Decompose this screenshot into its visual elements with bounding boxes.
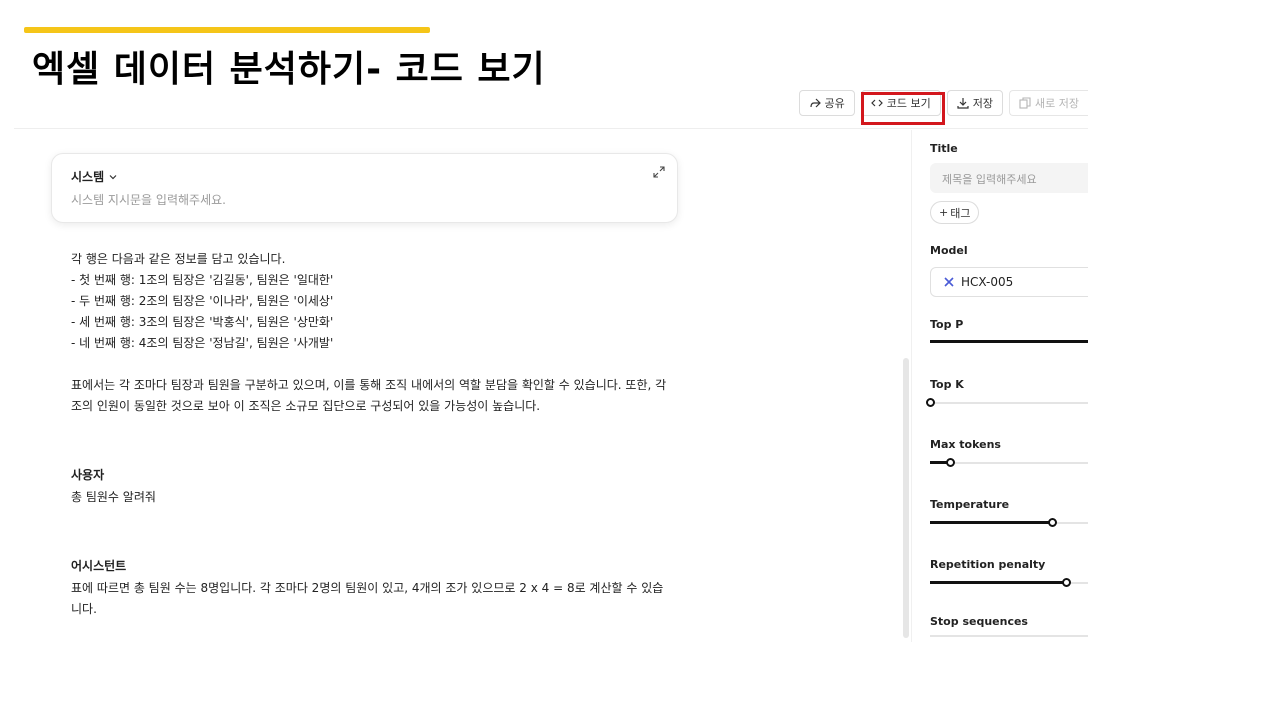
- slider-thumb[interactable]: [1048, 518, 1058, 527]
- slider-thumb[interactable]: [926, 398, 935, 407]
- max-tokens-slider[interactable]: [930, 458, 1088, 468]
- max-tokens-label: Max tokens: [930, 438, 1001, 451]
- repetition-penalty-label: Repetition penalty: [930, 558, 1046, 571]
- model-x-icon: [944, 277, 954, 287]
- temperature-label: Temperature: [930, 498, 1010, 511]
- title-accent-bar: [24, 27, 430, 33]
- slider-thumb[interactable]: [1062, 578, 1071, 587]
- chevron-down-icon: [109, 174, 117, 179]
- list-item: - 네 번째 행: 4조의 팀장은 '정남길', 팀원은 '사개발': [71, 336, 334, 350]
- panel-divider: [911, 130, 912, 642]
- message-line: 각 행은 다음과 같은 정보를 담고 있습니다.: [71, 252, 286, 266]
- model-select[interactable]: HCX-005: [930, 267, 1088, 297]
- code-view-button[interactable]: 코드 보기: [860, 90, 941, 116]
- save-new-label: 새로 저장: [1035, 97, 1079, 110]
- list-item: - 두 번째 행: 2조의 팀장은 '이나라', 팀원은 '이세상': [71, 294, 334, 308]
- user-role-label: 사용자: [71, 468, 105, 482]
- code-view-label: 코드 보기: [886, 97, 931, 110]
- header-divider: [14, 128, 1088, 129]
- save-label: 저장: [972, 97, 994, 110]
- tag-label: 태그: [950, 206, 971, 220]
- assistant-role-label: 어시스턴트: [71, 559, 127, 573]
- plus-icon: +: [939, 206, 949, 219]
- system-title[interactable]: 시스템: [71, 168, 118, 185]
- playground-screenshot: 공유 코드 보기 저장 새로 저장 - '팀원' 열에는 각 조의 팀원들의 이…: [14, 86, 1088, 642]
- system-prompt-input[interactable]: 시스템 지시문을 입력해주세요.: [71, 191, 226, 208]
- top-p-slider[interactable]: [930, 337, 1088, 347]
- code-icon: [870, 99, 883, 107]
- message-line: 표에서는 각 조마다 팀장과 팀원을 구분하고 있으며, 이를 통해 조직 내에…: [71, 378, 667, 413]
- save-button[interactable]: 저장: [946, 90, 1004, 116]
- toolbar: 공유 코드 보기 저장 새로 저장: [798, 90, 1088, 118]
- top-k-slider[interactable]: [926, 398, 1088, 408]
- share-icon: [809, 98, 821, 108]
- title-label: Title: [930, 142, 958, 155]
- stop-sequences-label: Stop sequences: [930, 615, 1028, 628]
- system-prompt-card[interactable]: 시스템 시스템 지시문을 입력해주세요.: [51, 153, 678, 223]
- slider-fill: [930, 340, 1088, 343]
- share-label: 공유: [824, 97, 845, 110]
- chat-transcript: - '팀원' 열에는 각 조의 팀원들의 이름이 적혀있으며, 한 줄에 한 명…: [71, 210, 671, 620]
- system-title-label: 시스템: [71, 170, 105, 184]
- user-message[interactable]: 총 팀원수 알려줘: [71, 487, 671, 508]
- expand-icon[interactable]: [653, 166, 665, 178]
- list-item: - 첫 번째 행: 1조의 팀장은 '김길동', 팀원은 '일대한': [71, 273, 334, 287]
- repetition-penalty-slider[interactable]: [930, 578, 1088, 588]
- title-input[interactable]: 제목을 입력해주세요: [930, 163, 1088, 193]
- top-p-label: Top P: [930, 318, 964, 331]
- slider-fill: [930, 521, 1053, 524]
- chat-scrollbar[interactable]: [903, 358, 909, 638]
- list-item: - 세 번째 행: 3조의 팀장은 '박홍식', 팀원은 '상만화': [71, 315, 334, 329]
- save-new-button[interactable]: 새로 저장: [1009, 90, 1088, 116]
- slide-title: 엑셀 데이터 분석하기- 코드 보기: [32, 49, 546, 90]
- copy-icon: [1019, 97, 1031, 109]
- assistant-message[interactable]: 표에 따르면 총 팀원 수는 8명입니다. 각 조마다 2명의 팀원이 있고, …: [71, 578, 671, 620]
- slider-thumb[interactable]: [946, 458, 956, 467]
- download-icon: [957, 98, 969, 109]
- stop-sequences-input[interactable]: [930, 631, 1088, 641]
- add-tag-button[interactable]: + 태그: [930, 201, 980, 224]
- model-value: HCX-005: [961, 275, 1014, 289]
- slider-fill: [930, 581, 1066, 584]
- model-label: Model: [930, 244, 968, 257]
- share-button[interactable]: 공유: [798, 90, 855, 116]
- top-k-label: Top K: [930, 378, 964, 391]
- temperature-slider[interactable]: [930, 518, 1088, 528]
